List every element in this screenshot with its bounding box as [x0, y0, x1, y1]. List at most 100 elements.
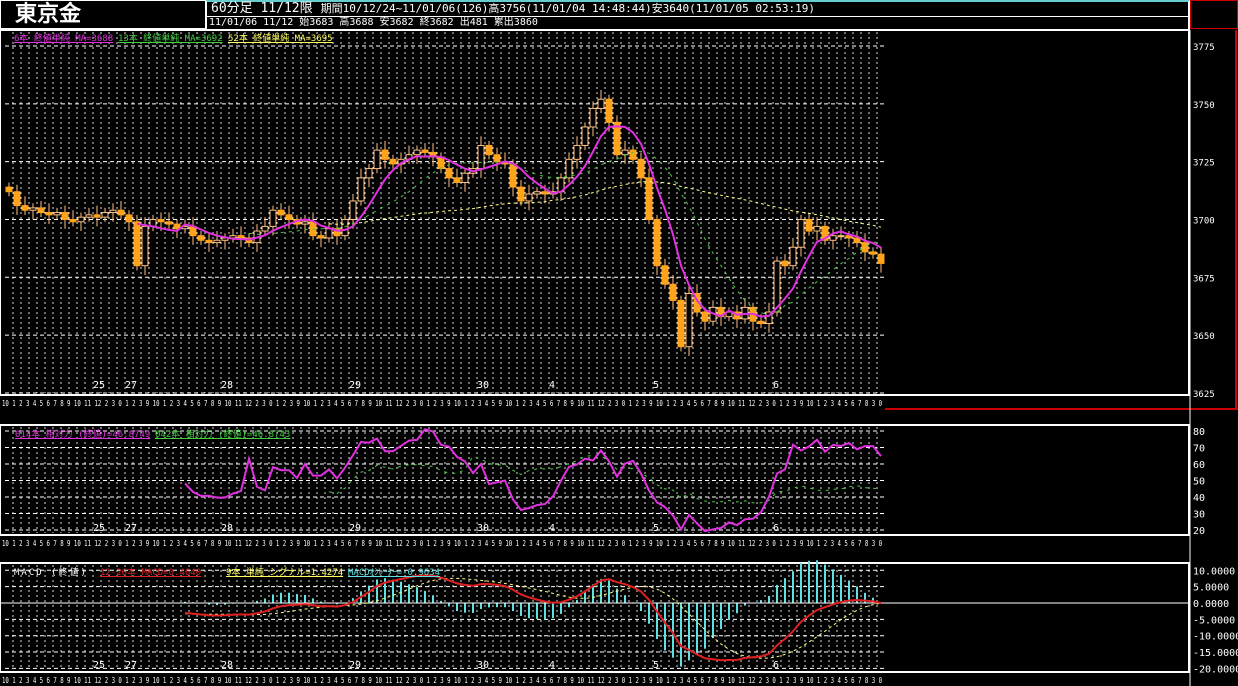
candle-body [637, 158, 645, 179]
day-label: 27 [125, 523, 137, 534]
candle-body [493, 154, 501, 163]
candle-body [589, 107, 597, 128]
candle-body [21, 205, 29, 211]
day-label: 6 [773, 660, 779, 671]
day-label: 4 [549, 523, 555, 534]
candle-body [317, 235, 325, 239]
legend-ma6: 6本 終値単純 MA=3688 [14, 34, 114, 44]
macd-axis-tick: -10.0000 [1193, 632, 1238, 643]
candle-body [669, 283, 677, 301]
candle-body [277, 209, 285, 216]
rsi-axis-tick: 70 [1193, 444, 1205, 455]
day-label: 4 [549, 660, 555, 671]
candle-body [413, 149, 421, 156]
rsi-axis-tick: 40 [1193, 493, 1205, 504]
day-label: 25 [93, 660, 105, 671]
candle-body [133, 221, 141, 267]
candle-body [813, 225, 821, 232]
candle-body [365, 168, 373, 179]
candle-body [349, 200, 357, 220]
price-axis-tick: 3725 [1193, 159, 1215, 169]
day-label: 4 [549, 380, 555, 391]
candle-body [357, 177, 365, 202]
legend-ma52: 52本 終値単純 MA=3695 [228, 34, 333, 44]
candle-body [533, 191, 541, 195]
candle-body [853, 237, 861, 244]
candle-body [789, 246, 797, 267]
candle-body [77, 216, 85, 223]
candle-body [389, 158, 397, 165]
candle-body [237, 235, 245, 239]
macd-axis-tick: -15.0000 [1193, 648, 1238, 659]
rsi-axis-tick: 80 [1193, 427, 1205, 438]
candle-body [101, 212, 109, 218]
day-label: 28 [221, 380, 233, 391]
price-axis-tick: 3775 [1193, 43, 1215, 53]
day-label: 6 [773, 523, 779, 534]
candle-body [621, 149, 629, 156]
candle-body [829, 235, 837, 241]
price-axis-tick: 3625 [1193, 390, 1215, 400]
day-label: 28 [221, 660, 233, 671]
candle-body [445, 168, 453, 179]
empty-right-area [885, 31, 1188, 394]
legend-macd-title: MACD (終値) [14, 568, 88, 578]
macd-axis-tick: -20.0000 [1193, 664, 1238, 675]
macd-axis-tick: 10.0000 [1193, 566, 1235, 577]
candle-body [509, 163, 517, 188]
candle-body [661, 265, 669, 285]
legend-macd: 12-26本 MACD=0.4640 [100, 568, 202, 578]
candle-body [285, 214, 293, 220]
day-label: 5 [653, 523, 659, 534]
day-label: 29 [349, 660, 361, 671]
day-label: 27 [125, 380, 137, 391]
candle-body [141, 225, 149, 267]
candle-body [453, 177, 461, 183]
candle-body [805, 218, 813, 232]
day-label: 25 [93, 380, 105, 391]
candle-body [109, 209, 117, 214]
candle-body [69, 218, 77, 223]
candle-body [757, 320, 765, 325]
candle-body [861, 242, 869, 253]
day-label: 30 [477, 523, 489, 534]
candle-body [29, 207, 37, 211]
rsi-axis-tick: 60 [1193, 460, 1205, 471]
candle-body [629, 149, 637, 160]
candle-body [93, 214, 101, 218]
rsi-axis-tick: 30 [1193, 510, 1205, 521]
candle-body [565, 158, 573, 179]
candle-body [37, 207, 45, 214]
candle-body [381, 149, 389, 160]
candle-body [269, 209, 277, 227]
candle-body [421, 149, 429, 153]
macd-axis-tick: -5.0000 [1193, 615, 1235, 626]
rsi-axis-tick: 20 [1193, 526, 1205, 537]
candle-body [701, 311, 709, 322]
candle-body [677, 299, 685, 348]
candle-body [157, 218, 165, 223]
time-axis-hours: 10 1 2 3 4 5 6 7 8 9 10 11 12 2 3 0 1 2 … [2, 539, 882, 548]
candle-body [645, 177, 653, 220]
price-axis-tick: 3700 [1193, 216, 1215, 226]
candle-body [85, 214, 93, 218]
candle-body [573, 144, 581, 160]
empty-right-area [885, 564, 1188, 671]
candle-body [197, 235, 205, 241]
candle-body [61, 212, 69, 220]
macd-axis-tick: 0.0000 [1193, 599, 1229, 610]
candle-body [605, 98, 613, 123]
candle-body [45, 212, 53, 216]
day-label: 30 [477, 660, 489, 671]
candle-body [13, 191, 21, 207]
day-label: 29 [349, 380, 361, 391]
candle-body [581, 126, 589, 146]
chart-canvas[interactable]: 3775 3750 3725 3700 3675 3650 3625 25 27 28 29 30 4 5… [0, 0, 1238, 686]
day-label: 30 [477, 380, 489, 391]
candle-body [685, 292, 693, 348]
price-axis-tick: 3750 [1193, 101, 1215, 111]
price-axis-tick: 3675 [1193, 274, 1215, 284]
empty-right-area [885, 426, 1188, 534]
candle-body [373, 149, 381, 170]
candle-body [205, 239, 213, 244]
